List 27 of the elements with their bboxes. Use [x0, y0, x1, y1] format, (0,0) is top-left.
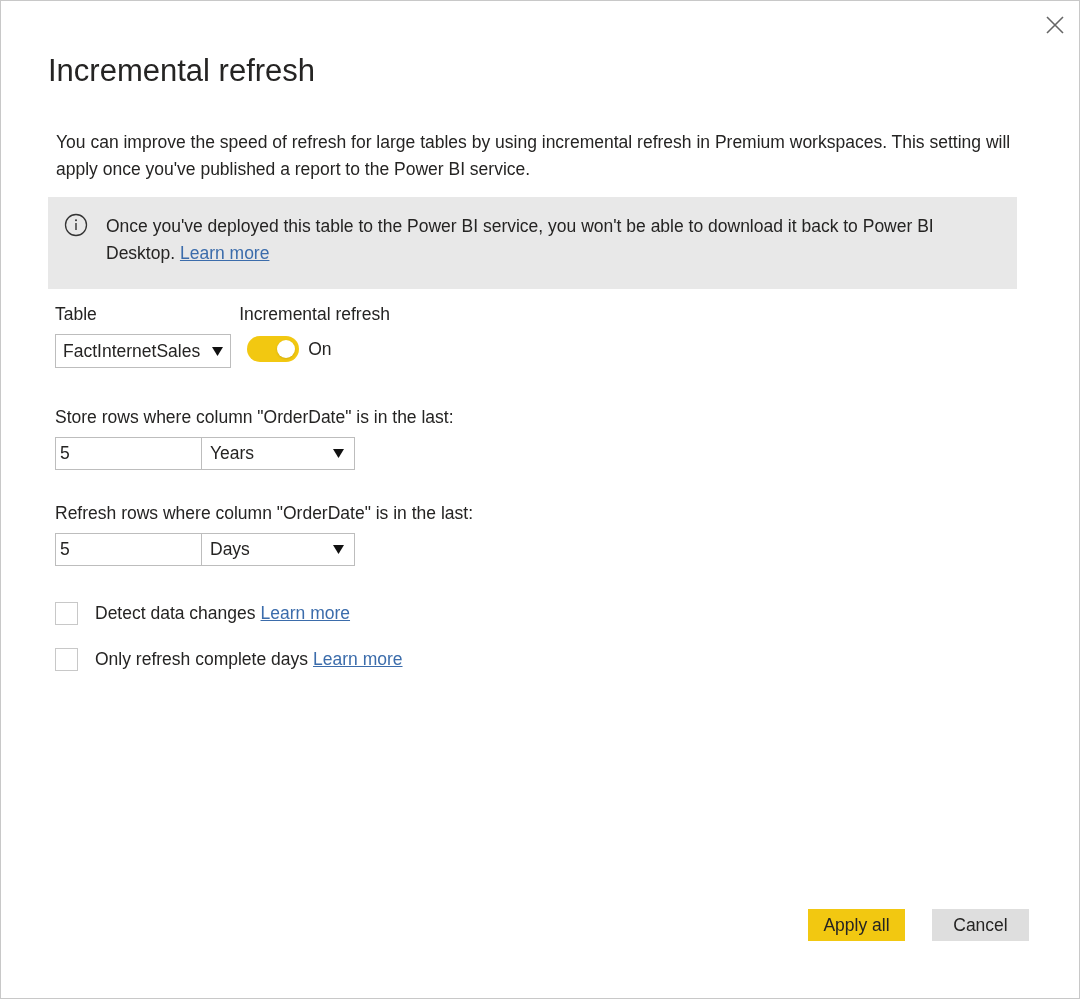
unit-dropdown[interactable]: Years	[201, 437, 355, 470]
toggle-state-text: On	[308, 338, 332, 361]
unit-dropdown[interactable]: Days	[201, 533, 355, 566]
option-label: Detect data changes	[95, 602, 256, 625]
range-label: Store rows where column "OrderDate" is in the last:	[55, 406, 454, 429]
learn-more-link[interactable]: Learn more	[260, 600, 351, 627]
cancel-button[interactable]: Cancel	[932, 909, 1029, 941]
info-icon	[64, 213, 88, 237]
notice-text: Once you've deployed this table to the Power BI service, you won't be able to download it back to Power BI Desktop. Learn more	[106, 215, 935, 265]
number-field[interactable]: 5	[55, 437, 202, 470]
dialog-title: Incremental refresh	[48, 52, 316, 90]
caret-icon	[212, 345, 224, 357]
table-dropdown[interactable]: FactInternetSales	[55, 334, 232, 368]
learn-more-link[interactable]: Learn more	[179, 243, 270, 263]
toggle-switch[interactable]	[247, 336, 300, 363]
checkbox[interactable]	[55, 601, 78, 625]
number-field[interactable]: 5	[55, 533, 202, 566]
range-label: Refresh rows where column "OrderDate" is in the last:	[55, 502, 473, 525]
checkbox[interactable]	[55, 647, 78, 671]
caret-icon	[333, 448, 344, 459]
option-label: Only refresh complete days	[95, 648, 308, 672]
learn-more-link[interactable]: Learn more	[313, 646, 403, 673]
table-label: Table	[55, 303, 97, 326]
incremental-refresh-label: Incremental refresh	[239, 303, 390, 326]
caret-icon	[333, 544, 344, 555]
apply-button[interactable]: Apply all	[808, 909, 905, 941]
description-text: You can improve the speed of refresh for large tables by using incremental refresh in Premium workspaces. This setting will apply once you've published a report to the Power BI service.	[56, 131, 1012, 181]
